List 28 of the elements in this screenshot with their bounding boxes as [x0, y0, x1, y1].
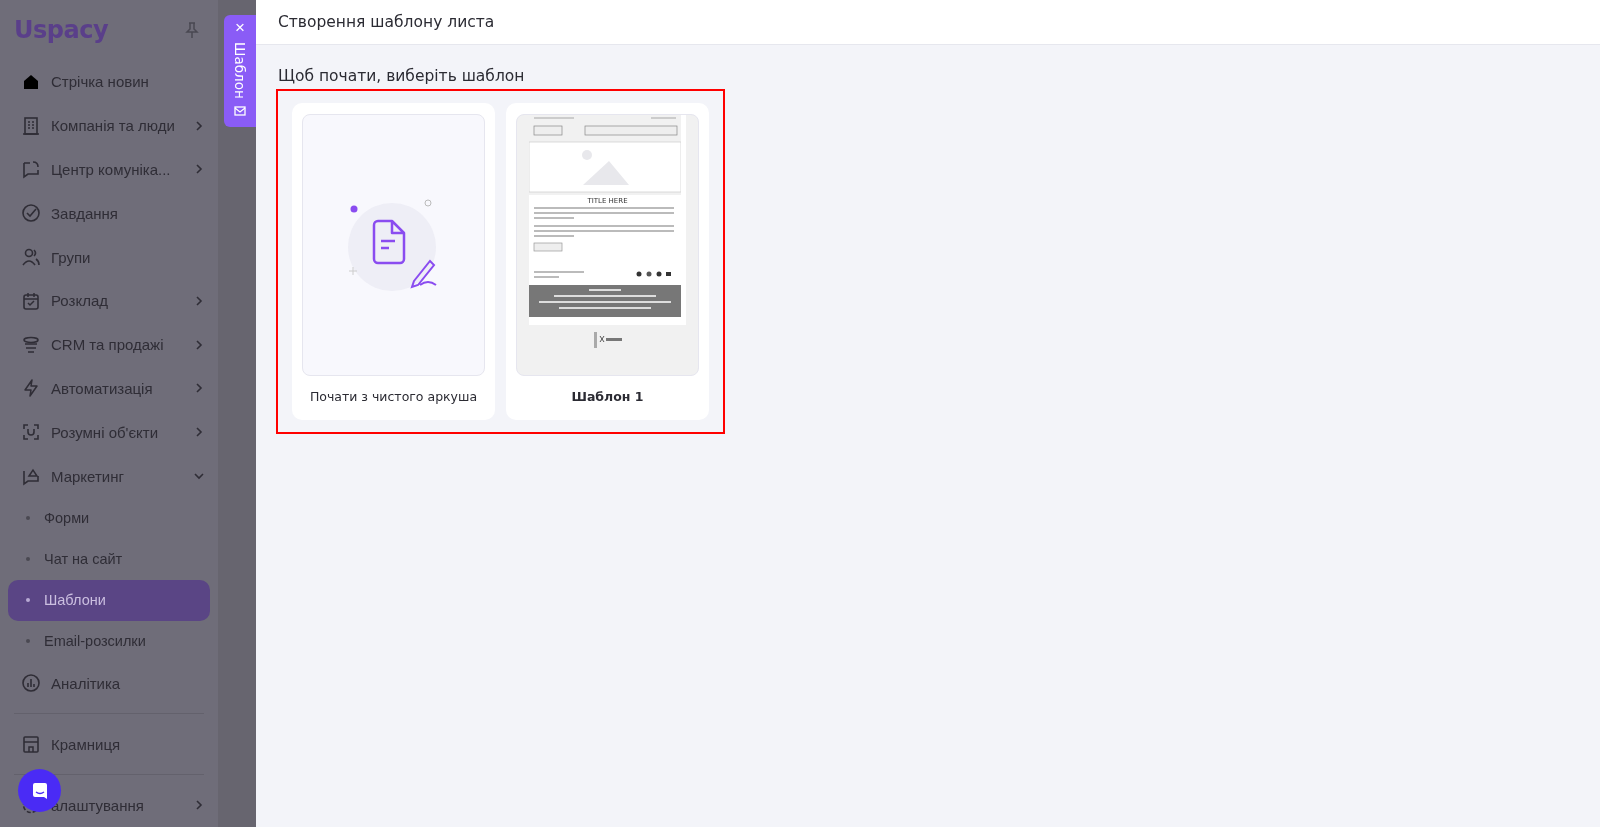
sidebar-item[interactable]: Розклад	[8, 278, 210, 323]
page-title: Створення шаблону листа	[278, 13, 495, 31]
submenu-item[interactable]: Чат на сайт	[8, 538, 210, 580]
menu-icon	[20, 246, 42, 268]
tab-label[interactable]: Шаблон	[232, 42, 248, 99]
close-button[interactable]: ×	[235, 19, 245, 36]
sidebar-item[interactable]: CRM та продажі	[8, 322, 210, 367]
sidebar-item[interactable]: Стрічка новин	[8, 59, 210, 104]
sidebar-item[interactable]: Маркетинг	[8, 454, 210, 499]
mail-icon	[234, 104, 246, 117]
menu-icon	[20, 733, 42, 756]
sidebar-item[interactable]: Компанія та люди	[8, 103, 210, 148]
menu-icon	[20, 158, 42, 181]
sidebar-item[interactable]: Крамниця	[8, 722, 210, 767]
sidebar-item[interactable]: Завдання	[8, 191, 210, 236]
sidebar-item[interactable]: Групи	[8, 235, 210, 279]
submenu-item[interactable]: Форми	[8, 498, 210, 539]
sidebar-item[interactable]: Аналітика	[8, 661, 210, 706]
prompt-text: Щоб почати, виберіть шаблон	[278, 67, 526, 85]
template-card[interactable]: Почати з чистого аркуша	[292, 103, 495, 420]
menu-icon	[20, 202, 42, 225]
sidebar-item[interactable]: Розумні об'єкти	[8, 410, 210, 455]
sidebar-item[interactable]: Центр комуніка...	[8, 147, 210, 192]
submenu-item[interactable]: Шаблони	[8, 579, 210, 621]
submenu-item[interactable]: Email-розсилки	[8, 620, 210, 662]
sidebar-item[interactable]: Автоматизація	[8, 366, 210, 411]
menu-icon	[20, 114, 42, 137]
menu-icon	[20, 672, 42, 695]
